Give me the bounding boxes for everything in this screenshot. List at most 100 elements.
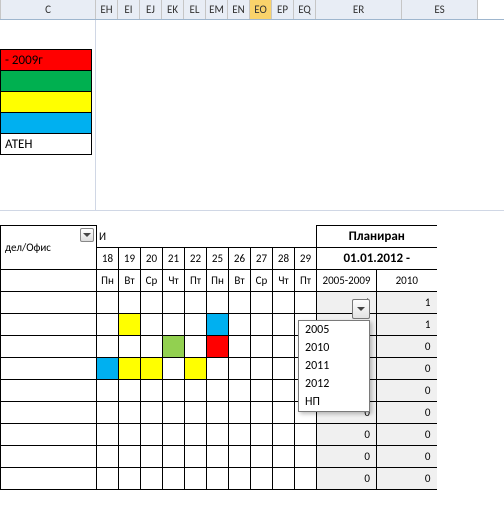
cell[interactable] [229, 468, 251, 490]
year-value[interactable]: 0 [377, 424, 437, 446]
column-header-EJ[interactable]: EJ [140, 0, 162, 19]
cell[interactable] [273, 314, 295, 336]
column-header-ES[interactable]: ES [402, 0, 478, 19]
cell[interactable] [207, 358, 229, 380]
cell[interactable] [141, 468, 163, 490]
cell[interactable] [141, 402, 163, 424]
cell[interactable] [207, 468, 229, 490]
cell[interactable] [273, 468, 295, 490]
cell[interactable] [97, 336, 119, 358]
column-header-ER[interactable]: ER [316, 0, 402, 19]
dropdown-item-2012[interactable]: 2012 [299, 375, 369, 393]
year-value[interactable]: 0 [377, 380, 437, 402]
cell[interactable] [251, 336, 273, 358]
cell[interactable] [295, 468, 317, 490]
cell[interactable] [229, 402, 251, 424]
cell[interactable] [141, 380, 163, 402]
column-header-EO[interactable]: EO [250, 0, 272, 19]
cell[interactable] [119, 424, 141, 446]
cell[interactable] [163, 336, 185, 358]
cell[interactable] [119, 314, 141, 336]
cell[interactable] [119, 336, 141, 358]
column-header-EN[interactable]: EN [228, 0, 250, 19]
cell[interactable] [163, 292, 185, 314]
cell[interactable] [97, 446, 119, 468]
cell[interactable] [251, 446, 273, 468]
cell[interactable] [163, 402, 185, 424]
cell[interactable] [97, 314, 119, 336]
cell[interactable] [119, 468, 141, 490]
cell[interactable] [141, 358, 163, 380]
cell[interactable] [141, 292, 163, 314]
cell[interactable] [251, 468, 273, 490]
column-header-EM[interactable]: EM [206, 0, 228, 19]
filter-button[interactable] [80, 228, 94, 242]
cell[interactable] [207, 446, 229, 468]
cell[interactable] [185, 424, 207, 446]
cell[interactable] [185, 402, 207, 424]
year-dropdown[interactable]: 2005201020112012НП [298, 320, 370, 412]
cell[interactable] [163, 468, 185, 490]
column-header-EK[interactable]: EK [162, 0, 184, 19]
year-value[interactable]: 0 [377, 402, 437, 424]
cell[interactable] [119, 446, 141, 468]
dropdown-toggle[interactable] [352, 299, 370, 319]
year-value[interactable]: 0 [317, 468, 377, 490]
cell[interactable] [185, 468, 207, 490]
cell[interactable] [141, 424, 163, 446]
cell[interactable] [207, 292, 229, 314]
cell[interactable] [273, 336, 295, 358]
year-value[interactable]: 0 [317, 424, 377, 446]
cell[interactable] [273, 380, 295, 402]
cell[interactable] [251, 358, 273, 380]
dropdown-item-2011[interactable]: 2011 [299, 357, 369, 375]
year-value[interactable]: 1 [377, 314, 437, 336]
cell[interactable] [295, 424, 317, 446]
cell[interactable] [141, 446, 163, 468]
cell[interactable] [207, 380, 229, 402]
cell[interactable] [207, 314, 229, 336]
column-header-EP[interactable]: EP [272, 0, 294, 19]
cell[interactable] [229, 446, 251, 468]
year-value[interactable]: 0 [377, 358, 437, 380]
cell[interactable] [163, 380, 185, 402]
cell[interactable] [163, 358, 185, 380]
cell[interactable] [97, 358, 119, 380]
year-value[interactable]: 0 [377, 468, 437, 490]
column-header-EI[interactable]: EI [118, 0, 140, 19]
cell[interactable] [185, 358, 207, 380]
cell[interactable] [229, 336, 251, 358]
year-value[interactable]: 0 [317, 446, 377, 468]
cell[interactable] [251, 380, 273, 402]
cell[interactable] [185, 380, 207, 402]
cell[interactable] [119, 402, 141, 424]
column-header-C[interactable]: C [0, 0, 96, 19]
cell[interactable] [207, 336, 229, 358]
cell[interactable] [273, 292, 295, 314]
cell[interactable] [295, 292, 317, 314]
column-header-EL[interactable]: EL [184, 0, 206, 19]
dropdown-item-2005[interactable]: 2005 [299, 321, 369, 339]
cell[interactable] [185, 314, 207, 336]
cell[interactable] [229, 424, 251, 446]
cell[interactable] [185, 292, 207, 314]
cell[interactable] [251, 314, 273, 336]
cell[interactable] [185, 336, 207, 358]
cell[interactable] [229, 292, 251, 314]
cell[interactable] [251, 292, 273, 314]
cell[interactable] [141, 336, 163, 358]
column-header-EQ[interactable]: EQ [294, 0, 316, 19]
cell[interactable] [97, 402, 119, 424]
year-value[interactable]: 0 [377, 446, 437, 468]
cell[interactable] [229, 358, 251, 380]
year-value[interactable]: 0 [377, 336, 437, 358]
cell[interactable] [273, 358, 295, 380]
cell[interactable] [119, 380, 141, 402]
cell[interactable] [163, 446, 185, 468]
year-value[interactable]: 1 [377, 292, 437, 314]
cell[interactable] [273, 446, 295, 468]
cell[interactable] [141, 314, 163, 336]
cell[interactable] [163, 424, 185, 446]
cell[interactable] [273, 402, 295, 424]
cell[interactable] [163, 314, 185, 336]
